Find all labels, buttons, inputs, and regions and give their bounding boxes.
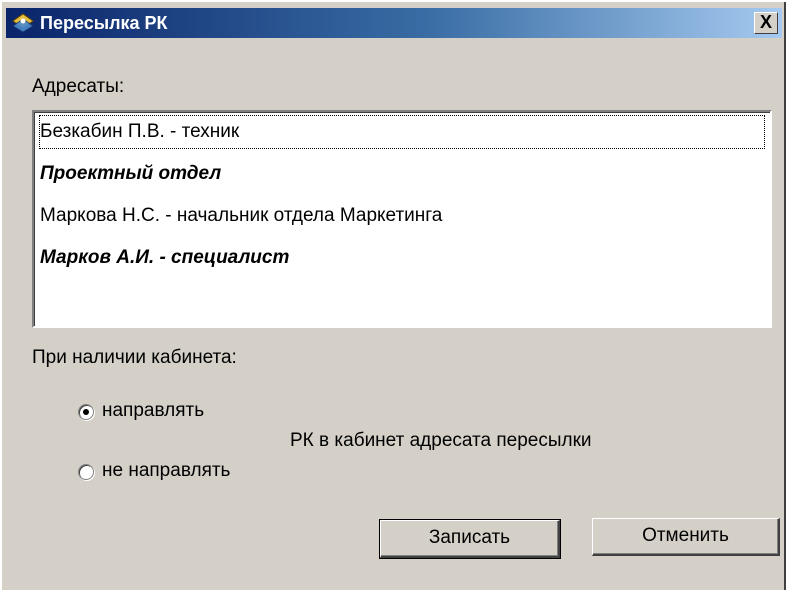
addressees-label: Адресаты: xyxy=(32,76,125,97)
radio-selected-dot xyxy=(83,409,89,415)
cancel-button[interactable]: Отменить xyxy=(592,518,780,556)
window-title: Пересылка РК xyxy=(40,13,168,33)
radio-send-label[interactable]: направлять xyxy=(102,400,204,422)
close-button[interactable]: X xyxy=(754,12,778,34)
title-bar[interactable]: Пересылка РК X xyxy=(6,8,782,38)
addressees-listbox[interactable]: Безкабин П.В. - техник Проектный отдел Мар… xyxy=(32,110,772,328)
save-button[interactable]: Записать xyxy=(379,519,561,559)
radio-dont-send-label[interactable]: не направлять xyxy=(102,460,230,482)
radio-dont-send[interactable] xyxy=(78,464,94,480)
radio-send[interactable] xyxy=(78,404,94,420)
cabinet-label: При наличии кабинета: xyxy=(32,347,237,368)
list-item[interactable]: Проектный отдел xyxy=(38,156,766,192)
dialog-window: Пересылка РК X Адресаты: Безкабин П.В. -… xyxy=(0,0,786,590)
app-icon xyxy=(12,13,34,33)
close-icon: X xyxy=(759,12,772,32)
list-item[interactable]: Маркова Н.С. - начальник отдела Маркетин… xyxy=(38,198,766,234)
list-item[interactable]: Марков А.И. - специалист xyxy=(38,240,766,276)
list-item[interactable]: Безкабин П.В. - техник xyxy=(38,114,766,150)
cabinet-suffix-text: РК в кабинет адресата пересылки xyxy=(290,430,592,451)
